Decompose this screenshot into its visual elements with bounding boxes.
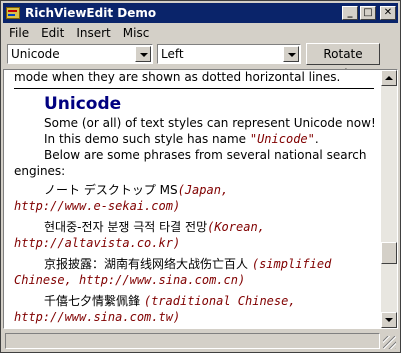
text-line: http://www.sina.com.tw) [14, 309, 380, 325]
text-line: mode when they are shown as dotted horiz… [14, 70, 341, 84]
menu-file[interactable]: File [3, 26, 35, 40]
horizontal-line [14, 88, 374, 89]
chevron-down-icon[interactable] [135, 46, 151, 62]
scroll-down-button[interactable] [381, 312, 397, 328]
text-line: ノート デスクトップ MS(Japan, [14, 182, 380, 198]
rotate-styles-button[interactable]: Rotate Styles [306, 43, 380, 81]
text-line: 현대중-전자 분쟁 극적 타결 전망(Korean, [14, 219, 380, 235]
status-bar [3, 331, 398, 350]
url-span: http://www.sina.com.tw) [14, 310, 181, 324]
resize-grip-icon[interactable] [383, 336, 396, 349]
text-line: Chinese, http://www.sina.com.cn) [14, 272, 380, 288]
status-panel [5, 333, 380, 349]
url-span: http://altavista.co.kr) [14, 236, 181, 250]
toolbar: Unicode Left Rotate Styles [3, 42, 398, 81]
maximize-button[interactable]: □ [360, 6, 376, 20]
vertical-scrollbar[interactable] [381, 70, 397, 328]
korean-phrase: 현대중-전자 분쟁 극적 타결 전망 [44, 220, 208, 234]
rich-text-editor[interactable]: mode when they are shown as dotted horiz… [3, 69, 398, 329]
text-line: In this demo such style has name "Unicod… [14, 131, 380, 147]
align-combo[interactable]: Left [157, 44, 301, 64]
text-line: 京报披露：湖南有线网络大战伤亡百人 (simplified [14, 256, 380, 272]
traditional-chinese-phrase: 千僖七夕情繫佩鋒 [44, 294, 141, 308]
text-line: Below are some phrases from several nati… [44, 148, 367, 162]
code-span: (traditional Chinese, [143, 294, 296, 308]
app-window: RichViewEdit Demo _ □ ✕ File Edit Insert… [0, 0, 401, 353]
scroll-up-button[interactable] [381, 70, 397, 86]
japanese-phrase: ノート デスクトップ MS [44, 183, 178, 197]
heading-unicode: Unicode [44, 94, 122, 114]
menu-misc[interactable]: Misc [117, 26, 156, 40]
code-span: "Unicode" [249, 132, 315, 146]
code-span: (simplified [251, 257, 332, 271]
text-line: http://altavista.co.kr) [14, 235, 380, 251]
window-title: RichViewEdit Demo [25, 6, 157, 20]
scroll-thumb[interactable] [381, 242, 397, 264]
title-bar[interactable]: RichViewEdit Demo _ □ ✕ [3, 3, 398, 23]
text-line: Some (or all) of text styles can represe… [44, 116, 376, 130]
app-icon[interactable] [5, 5, 21, 21]
text-line: http://www.e-sekai.com) [14, 198, 380, 214]
menu-bar: File Edit Insert Misc [3, 23, 398, 42]
text-line: engines: [14, 164, 66, 178]
menu-insert[interactable]: Insert [70, 26, 116, 40]
code-span: (Japan, [177, 183, 229, 197]
chevron-down-icon[interactable] [283, 46, 299, 62]
chinese-phrase: 京报披露：湖南有线网络大战伤亡百人 [44, 257, 249, 271]
text-span: In this demo such style has name [44, 132, 250, 146]
url-span: Chinese, http://www.sina.com.cn) [14, 273, 246, 287]
text-span: . [314, 132, 319, 146]
code-span: (Korean, [207, 220, 265, 234]
text-line: 千僖七夕情繫佩鋒 (traditional Chinese, [14, 293, 380, 309]
menu-edit[interactable]: Edit [35, 26, 70, 40]
style-combo-value: Unicode [11, 47, 60, 61]
style-combo[interactable]: Unicode [7, 44, 153, 64]
minimize-button[interactable]: _ [342, 6, 358, 20]
close-button[interactable]: ✕ [380, 6, 396, 20]
document-content[interactable]: mode when they are shown as dotted horiz… [14, 70, 380, 325]
align-combo-value: Left [161, 47, 184, 61]
url-span: http://www.e-sekai.com) [14, 199, 181, 213]
